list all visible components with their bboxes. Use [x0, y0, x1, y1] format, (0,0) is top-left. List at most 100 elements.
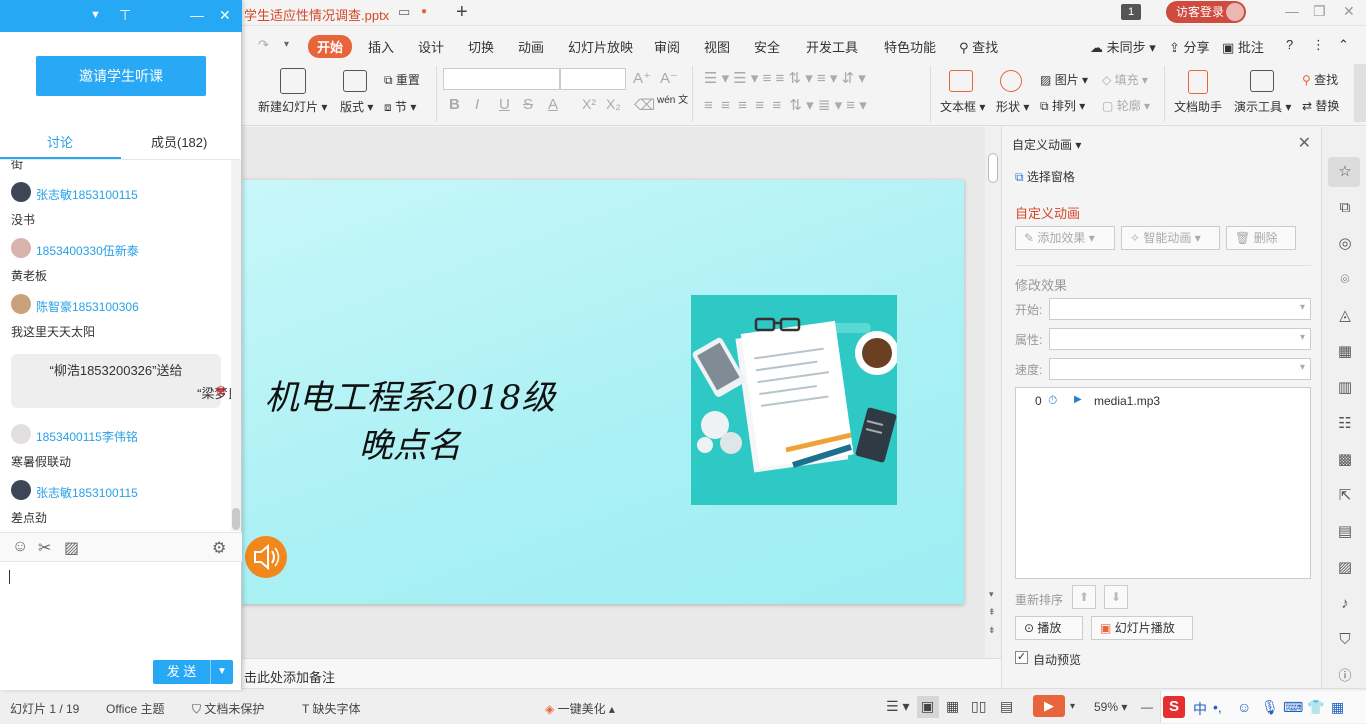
restore-window-icon[interactable]: ❐	[1313, 3, 1326, 20]
avatar[interactable]	[11, 294, 31, 314]
slide-canvas[interactable]: 机电工程系2018级 晚点名	[242, 180, 964, 604]
close-window-icon[interactable]: ✕	[1343, 3, 1355, 20]
location-icon[interactable]: ⌾	[1336, 271, 1354, 289]
find-button[interactable]: ⚲ 查找	[1302, 71, 1338, 88]
menu-tab-animation[interactable]: 动画	[518, 37, 544, 56]
menu-tab-home[interactable]: 开始	[308, 35, 353, 58]
reset-button[interactable]: ⧉ 重置	[384, 71, 420, 88]
replace-button[interactable]: ⇄ 替换	[1302, 97, 1339, 114]
play-slideshow-button[interactable]: ▶	[1033, 695, 1065, 717]
sync-status[interactable]: ☁ 未同步 ▾	[1090, 37, 1156, 56]
punctuation-icon[interactable]: •,	[1213, 699, 1222, 715]
avatar[interactable]	[11, 238, 31, 258]
slide-title-line1[interactable]: 机电工程系2018级	[250, 370, 570, 419]
property-select[interactable]	[1049, 328, 1311, 350]
font-family-combo[interactable]	[443, 68, 560, 90]
minimize-window-icon[interactable]: —	[1285, 3, 1299, 19]
bullet-list-icon[interactable]: ☰ ▾ ☰ ▾ ≡ ≡ ⇅ ▾ ≡ ▾ ⇵ ▾	[704, 69, 866, 87]
gear-icon[interactable]: ⚙	[212, 538, 226, 558]
menu-tab-design[interactable]: 设计	[418, 37, 444, 56]
clear-format-icon[interactable]: ⌫	[634, 96, 655, 114]
avatar[interactable]	[11, 182, 31, 202]
menu-search[interactable]: ⚲ 查找	[959, 37, 998, 56]
textbox-button[interactable]: 文本框 ▾	[940, 98, 985, 115]
send-button[interactable]: 发 送 ▼	[153, 660, 233, 684]
sogou-ime-icon[interactable]: S	[1163, 696, 1185, 718]
add-effect-button[interactable]: ✎ 添加效果 ▾	[1015, 226, 1115, 250]
message-sender[interactable]: 张志敏1853100115	[36, 484, 138, 501]
quick-access-dropdown-icon[interactable]: ▾	[284, 39, 289, 50]
protect-status[interactable]: ⛉ 文档未保护	[192, 700, 264, 717]
monitor-icon[interactable]: ▭	[398, 4, 410, 20]
scissors-icon[interactable]: ✂	[38, 538, 51, 558]
help-button[interactable]: ?	[1286, 37, 1293, 52]
subscript-icon[interactable]: X₂	[606, 96, 621, 112]
scroll-down-icon[interactable]: ▾	[989, 589, 994, 600]
slide-illustration-picture[interactable]	[691, 295, 897, 505]
move-up-icon[interactable]: ⬆	[1072, 585, 1096, 609]
arrange-button[interactable]: ⧉ 排列 ▾	[1040, 97, 1085, 114]
increase-font-icon[interactable]: A⁺	[633, 69, 651, 87]
archive-icon[interactable]: ▤	[1336, 523, 1354, 541]
chat-scrollbar[interactable]	[231, 160, 241, 531]
grid-icon[interactable]: ▦	[1336, 343, 1354, 361]
chat-message-list[interactable]: 街 张志敏1853100115 没书 1853400330伍新泰 黄老板 陈智豪…	[0, 160, 231, 531]
select-pane-button[interactable]: ⧉ 选择窗格	[1015, 168, 1075, 185]
start-select[interactable]	[1049, 298, 1311, 320]
superscript-icon[interactable]: X²	[582, 96, 596, 112]
reading-view-icon[interactable]: ▯▯	[971, 698, 986, 715]
microphone-icon[interactable]: 🎙	[1261, 699, 1279, 716]
play-options-dropdown-icon[interactable]: ▾	[1070, 701, 1075, 712]
picture-icon[interactable]: ▨	[1336, 559, 1354, 577]
chat-scrollbar-thumb[interactable]	[232, 508, 240, 530]
animation-list[interactable]: 0 ⏱ ▶ media1.mp3	[1015, 387, 1311, 579]
message-sender[interactable]: 1853400330伍新泰	[36, 242, 139, 259]
message-sender[interactable]: 1853400115李伟铭	[36, 428, 138, 445]
missing-font-button[interactable]: T 缺失字体	[302, 700, 360, 717]
send-options-dropdown-icon[interactable]: ▼	[210, 660, 233, 684]
export-icon[interactable]: ⇱	[1336, 487, 1354, 505]
keyboard-icon[interactable]: ⌨	[1283, 699, 1303, 716]
skin-icon[interactable]: 👕	[1307, 699, 1324, 716]
menu-tab-transition[interactable]: 切换	[468, 37, 494, 56]
fill-bucket-icon[interactable]: ◬	[1336, 307, 1354, 325]
close-icon[interactable]: ✕	[219, 7, 231, 24]
slide-layout-icon[interactable]: ⧉	[1336, 199, 1354, 217]
message-sender[interactable]: 张志敏1853100115	[36, 186, 138, 203]
tab-discussion[interactable]: 讨论	[47, 132, 73, 151]
chevron-down-icon[interactable]: ▼	[90, 9, 101, 21]
notes-view-icon[interactable]: ▤	[1000, 698, 1013, 715]
audio-icon[interactable]: ♪	[1336, 595, 1354, 613]
play-button[interactable]: ⊙ 播放	[1015, 616, 1083, 640]
ribbon-scroll-right[interactable]	[1354, 64, 1366, 122]
emoji-icon[interactable]: ☺	[1237, 699, 1251, 715]
slide-title-line2[interactable]: 晚点名	[250, 418, 570, 467]
notes-toggle-icon[interactable]: ☰ ▾	[886, 698, 909, 715]
message-sender[interactable]: 陈智豪1853100306	[36, 298, 139, 315]
shapes-icon[interactable]: ◎	[1336, 235, 1354, 253]
presentation-tools-button[interactable]: 演示工具 ▾	[1234, 98, 1291, 115]
paragraph-align-icon[interactable]: ≡ ≡ ≡ ≡ ≡ ⇅ ▾ ≣ ▾ ≡ ▾	[704, 96, 867, 114]
prev-slide-icon[interactable]: ⇞	[988, 607, 996, 618]
normal-view-icon[interactable]: ▣	[921, 698, 934, 715]
anim-pane-header[interactable]: 自定义动画 ▾	[1012, 136, 1081, 153]
menu-tab-insert[interactable]: 插入	[368, 37, 394, 56]
shield-icon[interactable]: ⛉	[1336, 631, 1354, 649]
strikethrough-icon[interactable]: S	[523, 96, 533, 113]
underline-icon[interactable]: U	[499, 96, 510, 113]
menu-tab-view[interactable]: 视图	[704, 37, 730, 56]
pinyin-guide-icon[interactable]: wén 文	[657, 96, 688, 106]
menu-tab-features[interactable]: 特色功能	[884, 37, 936, 56]
image-gallery-icon[interactable]: ▩	[1336, 451, 1354, 469]
invite-students-button[interactable]: 邀请学生听课	[36, 56, 206, 96]
new-tab-plus-icon[interactable]: +	[456, 1, 468, 24]
auto-preview-checkbox[interactable]: ✓	[1015, 651, 1028, 664]
speed-select[interactable]	[1049, 358, 1311, 380]
bold-icon[interactable]: B	[449, 96, 460, 113]
slide-vertical-scrollbar[interactable]: ▾ ⇞ ⇟	[985, 127, 1001, 658]
more-menu-icon[interactable]: ⋮	[1312, 37, 1325, 53]
slideshow-play-button[interactable]: ▣ 幻灯片播放	[1091, 616, 1193, 640]
theme-name[interactable]: Office 主题	[106, 700, 164, 717]
delete-effect-button[interactable]: 🗑 删除	[1226, 226, 1296, 250]
collapse-ribbon-icon[interactable]: ⌃	[1338, 37, 1349, 53]
